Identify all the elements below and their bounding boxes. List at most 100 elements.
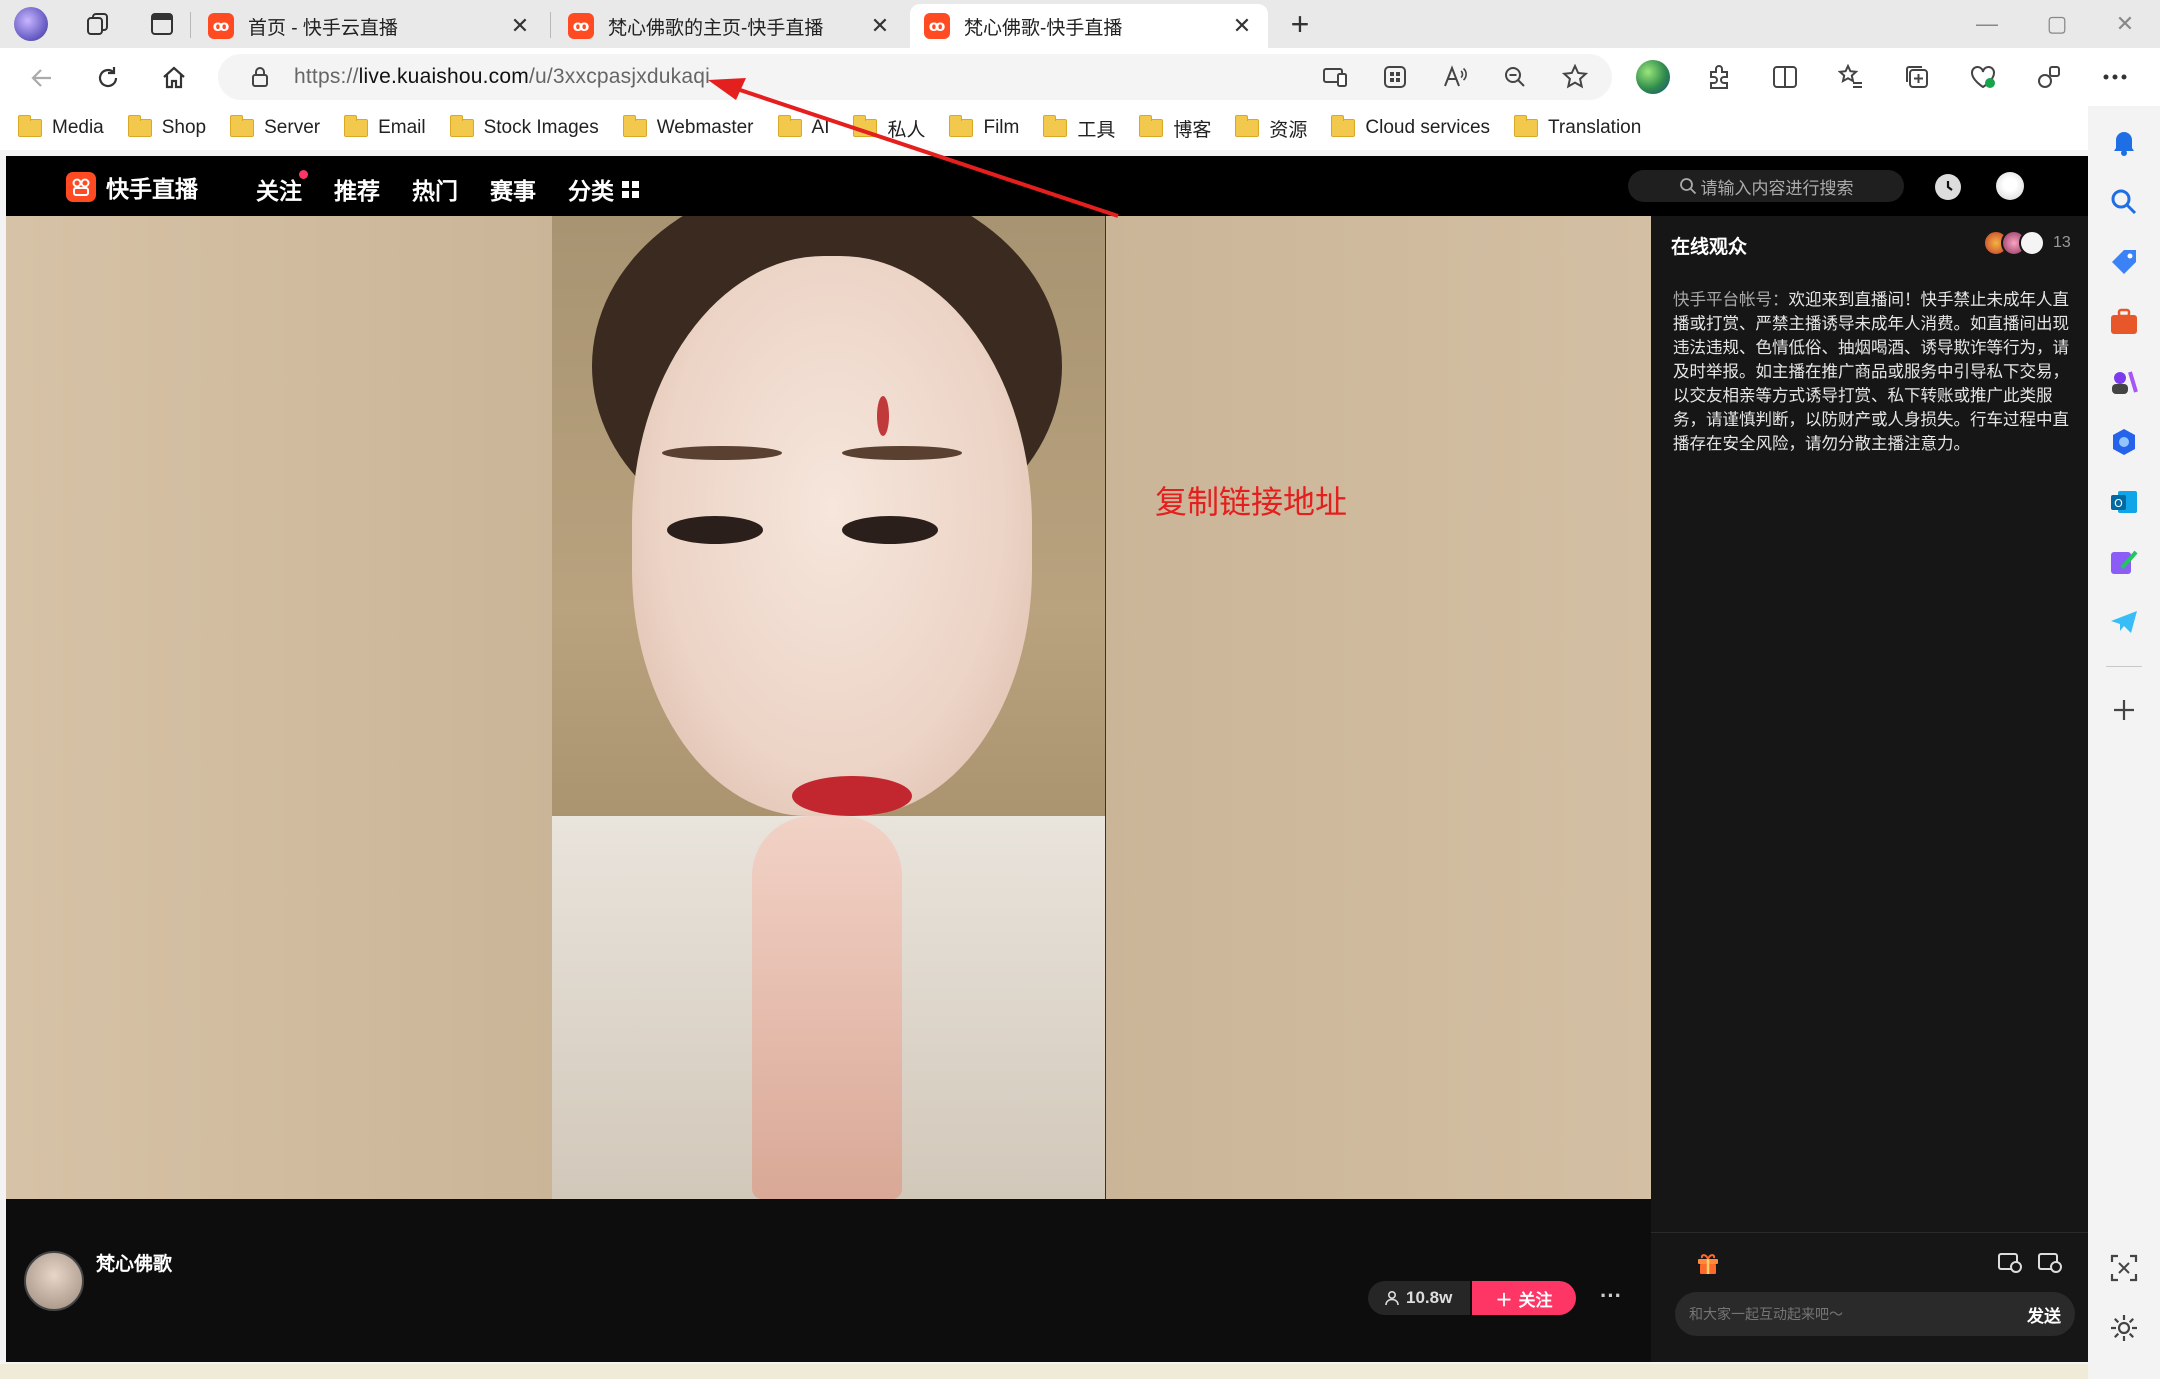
favorite-folder-translation[interactable]: Translation xyxy=(1514,115,1641,139)
read-aloud-icon[interactable] xyxy=(1436,58,1474,96)
notifications-bell-icon[interactable] xyxy=(2108,126,2140,158)
viewer-avatar xyxy=(2019,230,2045,256)
tab-title: 梵心佛歌-快手直播 xyxy=(964,17,1123,39)
plus-icon: ＋ xyxy=(1495,1290,1513,1310)
maximize-button[interactable]: ▢ xyxy=(2022,0,2092,48)
category-grid-icon xyxy=(622,180,639,198)
vertical-tabs-icon[interactable] xyxy=(140,2,184,46)
close-tab-icon[interactable]: ✕ xyxy=(1230,13,1254,39)
tab-title: 梵心佛歌的主页-快手直播 xyxy=(608,17,824,39)
favorite-folder-media[interactable]: Media xyxy=(18,115,104,139)
close-tab-icon[interactable]: ✕ xyxy=(868,13,892,39)
tab-separator xyxy=(550,12,551,38)
address-bar-actions xyxy=(1316,54,1594,100)
outlook-icon[interactable]: O xyxy=(2108,486,2140,518)
workspaces-icon[interactable] xyxy=(76,2,120,46)
screen-share-icon[interactable] xyxy=(1997,1252,2023,1274)
app-available-icon[interactable] xyxy=(1316,58,1354,96)
nav-hot[interactable]: 热门 xyxy=(412,172,458,206)
shopping-tag-icon[interactable] xyxy=(2108,246,2140,278)
vpn-globe-icon[interactable] xyxy=(1630,54,1676,100)
lock-icon[interactable] xyxy=(238,66,282,88)
tab-streamer-profile[interactable]: ꝏ 梵心佛歌的主页-快手直播 ✕ xyxy=(554,4,906,48)
favorite-folder-resources[interactable]: 资源 xyxy=(1235,115,1307,142)
favorite-label: 私人 xyxy=(887,119,926,141)
live-video-player[interactable] xyxy=(6,216,1651,1199)
favorites-list-icon[interactable] xyxy=(1828,54,1874,100)
favorite-folder-stock-images[interactable]: Stock Images xyxy=(449,115,599,139)
collections-icon[interactable] xyxy=(1894,54,1940,100)
settings-more-icon[interactable] xyxy=(2092,54,2138,100)
online-viewer-avatars[interactable]: 13 xyxy=(1983,230,2071,256)
extensions-puzzle-icon[interactable] xyxy=(1696,54,1742,100)
logo-text: 快手直播 xyxy=(106,176,198,202)
chat-message-input[interactable] xyxy=(1675,1292,2013,1336)
site-header: 快手直播 关注 推荐 热门 赛事 分类 请输入内容进行搜索 xyxy=(6,156,2088,216)
favorite-label: Cloud services xyxy=(1365,117,1491,138)
favorite-folder-email[interactable]: Email xyxy=(344,115,426,139)
browser-essentials-icon[interactable] xyxy=(1960,54,2006,100)
user-avatar-icon[interactable] xyxy=(1996,172,2024,200)
nav-follow[interactable]: 关注 xyxy=(256,170,308,206)
more-options-button[interactable]: ··· xyxy=(1600,1283,1622,1309)
streamer-avatar[interactable] xyxy=(24,1251,84,1311)
follow-button[interactable]: ＋ 关注 xyxy=(1472,1281,1576,1315)
zoom-out-icon[interactable] xyxy=(1496,58,1534,96)
favorite-folder-film[interactable]: Film xyxy=(949,115,1019,139)
favorites-bar: Media Shop Server Email Stock Images Web… xyxy=(0,106,2110,150)
add-sidebar-app-icon[interactable] xyxy=(2108,694,2140,726)
sidebar-settings-gear-icon[interactable] xyxy=(2108,1312,2140,1344)
nav-label: 赛事 xyxy=(490,178,536,204)
designer-icon[interactable] xyxy=(2108,546,2140,578)
picture-in-picture-icon[interactable] xyxy=(2037,1252,2063,1274)
nav-categories[interactable]: 分类 xyxy=(568,172,639,206)
online-viewer-count: 13 xyxy=(2053,234,2071,251)
favorite-folder-blog[interactable]: 博客 xyxy=(1139,115,1211,142)
split-screen-icon[interactable] xyxy=(1762,54,1808,100)
kuaishou-live-logo[interactable]: 快手直播 xyxy=(66,170,198,204)
performance-icon[interactable] xyxy=(2026,54,2072,100)
video-bindi-shape xyxy=(877,396,889,436)
streamer-name[interactable]: 梵心佛歌 xyxy=(96,1249,172,1276)
page-bottom-strip xyxy=(0,1364,2088,1379)
favorite-folder-ai[interactable]: AI xyxy=(777,115,829,139)
viewer-count-badge: 10.8w xyxy=(1368,1281,1471,1315)
gift-icon[interactable] xyxy=(1695,1250,1721,1276)
favorite-folder-private[interactable]: 私人 xyxy=(853,115,925,142)
nav-events[interactable]: 赛事 xyxy=(490,172,536,206)
favorite-folder-webmaster[interactable]: Webmaster xyxy=(622,115,754,139)
stream-info-bar: 梵心佛歌 10.8w ＋ 关注 ··· xyxy=(6,1199,1651,1362)
folder-icon xyxy=(18,115,42,137)
url-text[interactable]: https://live.kuaishou.com/u/3xxcpasjxduk… xyxy=(294,65,710,89)
copilot-icon[interactable] xyxy=(2108,426,2140,458)
nav-label: 推荐 xyxy=(334,178,380,204)
favorite-star-icon[interactable] xyxy=(1556,58,1594,96)
games-icon[interactable] xyxy=(2108,366,2140,398)
close-window-button[interactable]: ✕ xyxy=(2090,0,2160,48)
minimize-button[interactable]: — xyxy=(1952,0,2022,48)
tab-home-kuaishou-cloud[interactable]: ꝏ 首页 - 快手云直播 ✕ xyxy=(194,4,546,48)
screenshot-capture-icon[interactable] xyxy=(2108,1252,2140,1284)
nav-recommend[interactable]: 推荐 xyxy=(334,172,380,206)
back-button[interactable] xyxy=(20,56,64,100)
tools-briefcase-icon[interactable] xyxy=(2108,306,2140,338)
tab-streamer-live[interactable]: ꝏ 梵心佛歌-快手直播 ✕ xyxy=(910,4,1268,48)
history-clock-icon[interactable] xyxy=(1935,174,1961,200)
refresh-button[interactable] xyxy=(86,56,130,100)
profile-avatar-icon[interactable] xyxy=(14,7,48,41)
favorite-folder-tools[interactable]: 工具 xyxy=(1043,115,1115,142)
home-button[interactable] xyxy=(152,56,196,100)
close-tab-icon[interactable]: ✕ xyxy=(508,13,532,39)
new-tab-button[interactable]: + xyxy=(1280,6,1320,42)
extensions-grid-icon[interactable] xyxy=(1376,58,1414,96)
sidebar-search-icon[interactable] xyxy=(2108,186,2140,218)
send-button[interactable]: 发送 xyxy=(2013,1292,2075,1336)
platform-notice: 快手平台帐号：欢迎来到直播间！快手禁止未成年人直播或打赏、严禁主播诱导未成年人消… xyxy=(1673,288,2071,456)
favorite-folder-cloud-services[interactable]: Cloud services xyxy=(1331,115,1491,139)
favorite-folder-shop[interactable]: Shop xyxy=(127,115,206,139)
site-search-input[interactable]: 请输入内容进行搜索 xyxy=(1628,170,1904,202)
favorite-folder-server[interactable]: Server xyxy=(230,115,320,139)
address-bar[interactable]: https://live.kuaishou.com/u/3xxcpasjxduk… xyxy=(218,54,1612,100)
telegram-send-icon[interactable] xyxy=(2108,606,2140,638)
annotation-copy-link-text: 复制链接地址 xyxy=(1155,484,1348,520)
